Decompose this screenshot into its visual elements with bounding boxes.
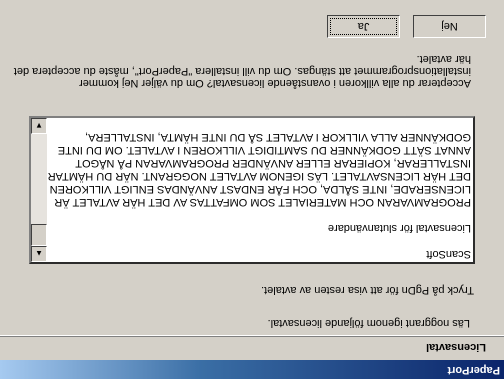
license-line: ANNAT SÄTT GODKÄNNER DU SAMTIDIGT VILLKO… [57, 144, 471, 156]
accept-question-line: installationsprogrammet att stängas. Om … [13, 65, 471, 77]
license-line: LICENSERADE, INTE SÅLDA, OCH FÅR ENDAST … [43, 183, 472, 195]
accept-question-line: här avtalet. [416, 53, 471, 65]
license-line: Licensavtal för slutanvändare [327, 222, 471, 234]
screen: PaperPort Licensavtal Läs noggrant igeno… [0, 0, 504, 379]
page-title: Licensavtal [426, 341, 486, 353]
page-subtitle: Läs noggrant igenom följande licensavtal… [267, 317, 470, 329]
title-bar: PaperPort [0, 360, 504, 379]
license-line: ScanSoft [426, 248, 471, 260]
arrow-up-icon: ▲ [35, 249, 43, 259]
scroll-up-button[interactable]: ▲ [31, 246, 47, 262]
scroll-down-button[interactable]: ▼ [31, 118, 47, 134]
yes-button-label: Ja [357, 20, 370, 33]
license-line: PROGRAMVARAN OCH MATERIALET SOM OMFATTAS… [54, 196, 471, 208]
license-line [51, 234, 471, 247]
pgdn-hint: Tryck på PgDn för att visa resten av avt… [261, 284, 474, 296]
license-line: DET HÄR LICENSAVTALET. LÄS IGENOM AVTALE… [44, 170, 471, 182]
license-line: GODKÄNNER ALLA VILLKOR I AVTALET SÅ DU I… [85, 131, 471, 143]
vertical-scrollbar[interactable]: ▲ ▼ [31, 118, 47, 262]
no-button[interactable]: Nej [413, 15, 486, 38]
yes-button[interactable]: Ja [327, 15, 400, 38]
no-button-label: Nej [441, 20, 458, 33]
license-text: ScanSoft Licensavtal för slutanvändare P… [43, 130, 472, 260]
license-text-box[interactable]: ScanSoft Licensavtal för slutanvändare P… [29, 116, 475, 264]
accept-question-line: Accepterar du alla villkoren i ovanståen… [79, 77, 471, 89]
license-dialog: PaperPort Licensavtal Läs noggrant igeno… [0, 0, 504, 379]
license-line: INSTALLERAR, KOPIERAR ELLER ANVÄNDER PRO… [75, 157, 471, 169]
window-title: PaperPort [447, 364, 500, 376]
arrow-down-icon: ▼ [35, 121, 43, 131]
header-separator [0, 335, 504, 337]
scroll-thumb[interactable] [31, 224, 47, 246]
license-line [51, 208, 471, 221]
